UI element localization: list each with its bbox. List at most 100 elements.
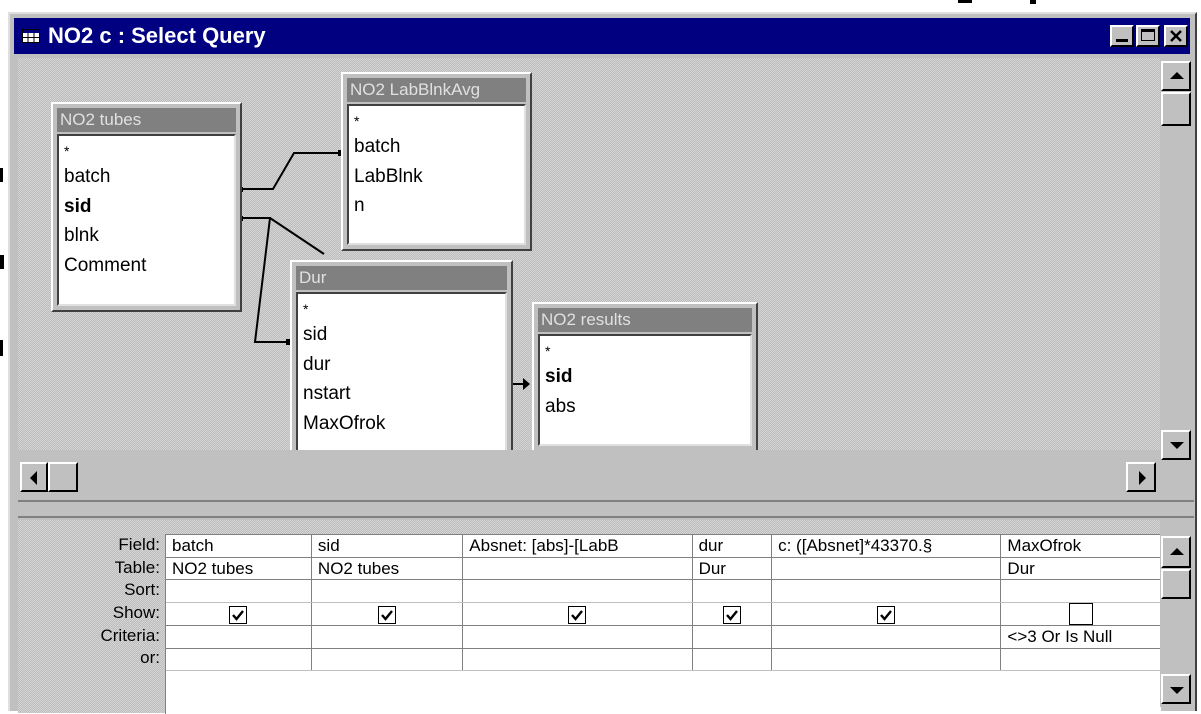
field-item[interactable]: batch	[354, 132, 524, 162]
background-fragment	[0, 255, 4, 269]
grid-cell-table[interactable]: Dur	[692, 557, 773, 581]
grid-cell-criteria[interactable]: <>3 Or Is Null	[1000, 625, 1161, 649]
table-title[interactable]: NO2 tubes	[57, 108, 236, 132]
field-item[interactable]: sid	[303, 320, 505, 350]
scroll-up-button[interactable]	[1161, 536, 1191, 568]
field-item[interactable]: sid	[64, 192, 234, 222]
table-dur[interactable]: Dur * sid dur nstart MaxOfrok	[290, 260, 513, 450]
grid-cell-table[interactable]: Dur	[1000, 557, 1161, 581]
show-checkbox-cell[interactable]	[1000, 602, 1161, 627]
show-checkbox-cell[interactable]	[166, 602, 312, 627]
grid-vertical-scrollbar[interactable]	[1160, 534, 1194, 707]
field-item[interactable]: *	[64, 140, 234, 162]
triangle-right-icon	[1139, 471, 1146, 485]
grid-cell-criteria[interactable]	[311, 625, 464, 649]
scroll-up-button[interactable]	[1161, 61, 1191, 91]
scroll-thumb[interactable]	[1161, 569, 1191, 599]
table-no2-tubes[interactable]: NO2 tubes * batch sid blnk Comment	[51, 102, 242, 312]
row-label-show: Show:	[112, 603, 160, 623]
table-pane-horizontal-scrollbar[interactable]	[18, 460, 1160, 494]
grid-cell-field[interactable]: batch	[166, 535, 312, 558]
grid-cell-or[interactable]	[311, 648, 464, 672]
show-checkbox[interactable]	[378, 605, 397, 624]
field-item[interactable]: *	[545, 340, 750, 362]
scroll-thumb[interactable]	[48, 462, 78, 492]
query-design-grid[interactable]: batch sid Absnet: [abs]-[LabB dur c: ([Absne…	[165, 534, 1161, 714]
minimize-button[interactable]	[1110, 25, 1134, 47]
grid-cell-or[interactable]	[462, 648, 693, 672]
field-item[interactable]: LabBlnk	[354, 162, 524, 192]
field-item[interactable]: Comment	[64, 251, 234, 281]
grid-cell-field[interactable]: c: ([Absnet]*43370.§	[771, 535, 1002, 558]
grid-cell-field[interactable]: MaxOfrok	[1000, 535, 1161, 558]
show-checkbox-cell[interactable]	[771, 602, 1002, 627]
pane-splitter[interactable]	[18, 500, 1194, 518]
field-list[interactable]: * sid dur nstart MaxOfrok	[296, 292, 507, 450]
show-checkbox-cell[interactable]	[311, 602, 464, 627]
grid-cell-table[interactable]	[771, 557, 1002, 581]
table-no2-results[interactable]: NO2 results * sid abs	[532, 302, 758, 450]
grid-cell-sort[interactable]	[692, 579, 773, 604]
grid-cell-sort[interactable]	[1000, 579, 1161, 604]
field-list[interactable]: * sid abs	[538, 334, 752, 446]
table-pane-vertical-scrollbar[interactable]	[1160, 58, 1194, 462]
field-item[interactable]: MaxOfrok	[303, 409, 505, 439]
datasheet-icon[interactable]	[22, 29, 40, 43]
field-item[interactable]: blnk	[64, 221, 234, 251]
grid-cell-criteria[interactable]	[166, 625, 312, 649]
grid-cell-field[interactable]: sid	[311, 535, 464, 558]
table-title[interactable]: NO2 results	[538, 308, 752, 332]
grid-cell-sort[interactable]	[311, 579, 464, 604]
field-item[interactable]: batch	[64, 162, 234, 192]
grid-row-labels: Field: Table: Sort: Show: Criteria: or:	[18, 534, 164, 670]
scroll-down-button[interactable]	[1161, 430, 1191, 460]
table-no2-labblnkavg[interactable]: NO2 LabBlnkAvg * batch LabBlnk n	[341, 72, 532, 251]
field-item[interactable]: abs	[545, 392, 750, 422]
close-button[interactable]	[1164, 25, 1188, 47]
grid-cell-or[interactable]	[692, 648, 773, 672]
grid-cell-sort[interactable]	[771, 579, 1002, 604]
table-pane[interactable]: NO2 tubes * batch sid blnk Comment NO2 L…	[18, 58, 1160, 450]
background-fragment	[1030, 0, 1036, 4]
grid-cell-sort[interactable]	[166, 579, 312, 604]
show-checkbox[interactable]	[229, 605, 248, 624]
field-list[interactable]: * batch sid blnk Comment	[57, 134, 236, 306]
show-checkbox[interactable]	[1068, 603, 1093, 625]
grid-cell-field[interactable]: Absnet: [abs]-[LabB	[462, 535, 693, 558]
background-fragment	[0, 340, 3, 356]
show-checkbox[interactable]	[722, 605, 741, 624]
grid-cell-criteria[interactable]	[462, 625, 693, 649]
grid-cell-field[interactable]: dur	[692, 535, 773, 558]
scroll-right-button[interactable]	[1126, 462, 1156, 492]
field-list[interactable]: * batch LabBlnk n	[347, 104, 526, 245]
grid-cell-or[interactable]	[166, 648, 312, 672]
field-item[interactable]: dur	[303, 350, 505, 380]
grid-cell-or[interactable]	[771, 648, 1002, 672]
grid-row-criteria: <>3 Or Is Null	[166, 625, 1161, 649]
table-title[interactable]: NO2 LabBlnkAvg	[347, 78, 526, 102]
field-item[interactable]: sid	[545, 362, 750, 392]
design-grid-pane: Field: Table: Sort: Show: Criteria: or: …	[18, 520, 1161, 714]
grid-cell-sort[interactable]	[462, 579, 693, 604]
field-item[interactable]: nstart	[303, 379, 505, 409]
show-checkbox[interactable]	[877, 605, 896, 624]
grid-cell-or[interactable]	[1000, 648, 1161, 672]
field-item[interactable]: *	[303, 298, 505, 320]
grid-cell-table[interactable]	[462, 557, 693, 581]
show-checkbox-cell[interactable]	[692, 602, 773, 627]
title-bar[interactable]: NO2 c : Select Query	[14, 18, 1190, 54]
show-checkbox[interactable]	[568, 605, 587, 624]
table-title[interactable]: Dur	[296, 266, 507, 290]
maximize-button[interactable]	[1136, 25, 1160, 47]
row-label-or: or:	[140, 648, 160, 668]
show-checkbox-cell[interactable]	[462, 602, 693, 627]
scroll-down-button[interactable]	[1161, 674, 1191, 704]
grid-cell-table[interactable]: NO2 tubes	[311, 557, 464, 581]
scroll-thumb[interactable]	[1161, 92, 1191, 126]
grid-cell-criteria[interactable]	[771, 625, 1002, 649]
scroll-left-button[interactable]	[20, 462, 48, 492]
field-item[interactable]: *	[354, 110, 524, 132]
grid-cell-criteria[interactable]	[692, 625, 773, 649]
grid-cell-table[interactable]: NO2 tubes	[166, 557, 312, 581]
field-item[interactable]: n	[354, 191, 524, 221]
